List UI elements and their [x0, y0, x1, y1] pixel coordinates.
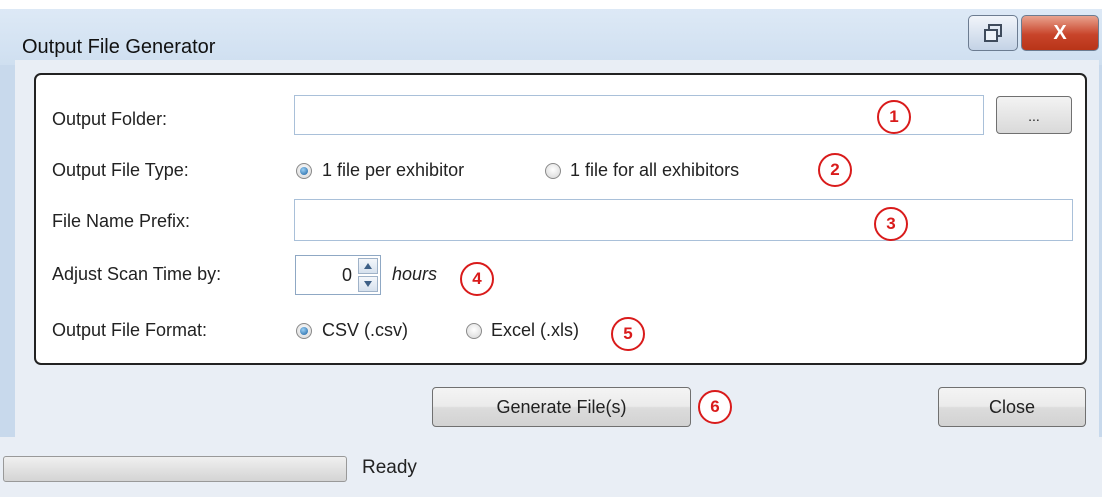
option-file-for-all-exhibitors-label: 1 file for all exhibitors: [570, 160, 740, 180]
annotation-badge-1: 1: [877, 100, 911, 134]
spinner-down-button[interactable]: [358, 276, 378, 292]
radio-excel[interactable]: [466, 323, 482, 339]
scan-time-value: 0: [341, 265, 352, 285]
close-icon: X: [1053, 21, 1067, 44]
annotation-badge-5: 5: [611, 317, 645, 351]
generate-files-button[interactable]: Generate File(s): [432, 387, 691, 427]
window-title: Output File Generator: [22, 36, 216, 58]
hours-unit-label: hours: [392, 264, 438, 284]
option-csv-label: CSV (.csv): [322, 320, 409, 340]
radio-file-per-exhibitor[interactable]: [296, 163, 312, 179]
output-file-format-label: Output File Format:: [52, 320, 208, 340]
close-button[interactable]: Close: [938, 387, 1086, 427]
scan-time-spinner[interactable]: 0: [295, 255, 381, 295]
annotation-badge-4: 4: [460, 262, 494, 296]
restore-icon: [984, 24, 1002, 42]
spinner-up-button[interactable]: [358, 258, 378, 274]
file-name-prefix-label: File Name Prefix:: [52, 211, 191, 231]
window-close-button[interactable]: X: [1021, 15, 1099, 51]
status-text: Ready: [362, 457, 417, 478]
file-name-prefix-input[interactable]: [294, 199, 1073, 241]
restore-button[interactable]: [968, 15, 1018, 51]
adjust-scan-time-label: Adjust Scan Time by:: [52, 264, 222, 284]
annotation-badge-2: 2: [818, 153, 852, 187]
annotation-badge-3: 3: [874, 207, 908, 241]
output-file-type-label: Output File Type:: [52, 160, 189, 180]
top-edge: [0, 0, 1102, 9]
annotation-badge-6: 6: [698, 390, 732, 424]
arrow-down-icon: [364, 281, 372, 287]
browse-button[interactable]: ...: [996, 96, 1072, 134]
title-bar: Output File Generator X: [0, 9, 1102, 65]
radio-csv[interactable]: [296, 323, 312, 339]
progress-bar: [3, 456, 347, 482]
option-excel-label: Excel (.xls): [491, 320, 580, 340]
option-file-per-exhibitor-label: 1 file per exhibitor: [322, 160, 465, 180]
radio-file-for-all-exhibitors[interactable]: [545, 163, 561, 179]
arrow-up-icon: [364, 263, 372, 269]
output-folder-label: Output Folder:: [52, 109, 168, 129]
